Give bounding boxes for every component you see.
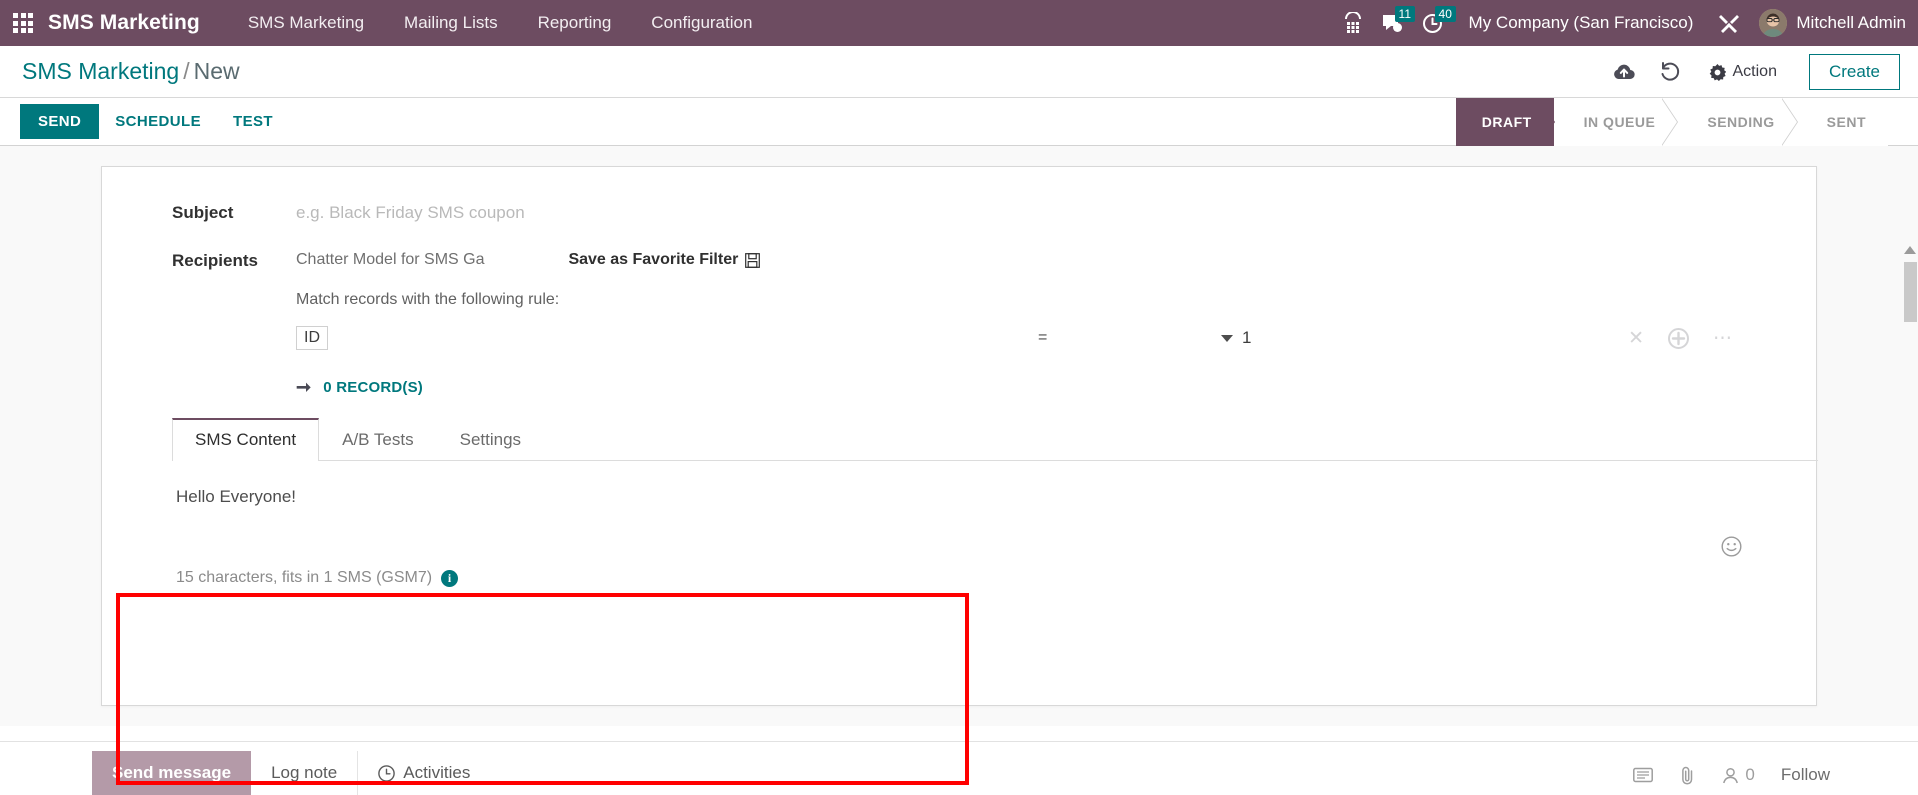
notebook: SMS Content A/B Tests Settings Hello Eve…: [172, 418, 1818, 597]
recipients-model-select[interactable]: Chatter Model for SMS Ga: [296, 251, 524, 269]
control-panel-actions: Action Create: [1603, 46, 1900, 98]
tab-ab-tests[interactable]: A/B Tests: [319, 418, 437, 461]
schedule-button[interactable]: SCHEDULE: [99, 104, 217, 139]
stage-sent[interactable]: SENT: [1796, 98, 1888, 146]
domain-field-input[interactable]: ID: [296, 326, 328, 351]
control-panel: SMS Marketing / New Action Create: [0, 46, 1918, 98]
activities-label: Activities: [403, 763, 471, 782]
chatter-bar: Send message Log note Activities 0 Follo…: [0, 741, 1918, 795]
domain-value-group: 1: [1221, 328, 1251, 348]
menu-item-configuration[interactable]: Configuration: [631, 0, 772, 46]
action-menu-label: Action: [1732, 63, 1777, 80]
log-note-button[interactable]: Log note: [251, 751, 357, 795]
create-button[interactable]: Create: [1808, 54, 1900, 90]
followers-count-label: 0: [1745, 765, 1755, 784]
subject-label: Subject: [172, 203, 234, 222]
menu-item-mailing-lists[interactable]: Mailing Lists: [384, 0, 518, 46]
save-as-favorite-filter-button[interactable]: Save as Favorite Filter: [568, 251, 761, 269]
menu-item-reporting[interactable]: Reporting: [518, 0, 632, 46]
company-switcher[interactable]: My Company (San Francisco): [1453, 13, 1710, 33]
close-x-icon[interactable]: ✕: [1628, 329, 1644, 348]
breadcrumb-root[interactable]: SMS Marketing: [22, 58, 179, 84]
breadcrumb-current: New: [193, 58, 240, 84]
subject-placeholder: e.g. Black Friday SMS coupon: [296, 203, 525, 222]
user-menu[interactable]: Mitchell Admin: [1749, 9, 1906, 37]
floppy-disk-icon: [745, 252, 761, 268]
apps-menu-toggle[interactable]: [0, 0, 46, 46]
status-pipeline: DRAFT IN QUEUE SENDING SENT: [1455, 98, 1888, 146]
chatter-right-tools: 0 Follow: [1633, 765, 1830, 785]
subject-field[interactable]: e.g. Black Friday SMS coupon: [296, 195, 1816, 223]
chevron-down-icon[interactable]: [1221, 334, 1233, 342]
paperclip-icon[interactable]: [1679, 766, 1696, 785]
avatar: [1759, 9, 1788, 37]
sms-body-input[interactable]: Hello Everyone!: [176, 487, 1812, 533]
form-sheet: Subject e.g. Black Friday SMS coupon Rec…: [101, 166, 1818, 706]
domain-rule-caption: Match records with the following rule:: [296, 291, 560, 309]
save-record-button[interactable]: [1603, 52, 1645, 92]
form-background: Subject e.g. Black Friday SMS coupon Rec…: [0, 146, 1918, 785]
send-button[interactable]: SEND: [20, 104, 100, 139]
action-menu-button[interactable]: Action: [1695, 57, 1791, 87]
ellipsis-icon[interactable]: ⋯: [1713, 329, 1732, 348]
recipients-label: Recipients: [172, 251, 258, 270]
stage-sending[interactable]: SENDING: [1677, 98, 1798, 146]
info-circle-icon[interactable]: i: [441, 569, 459, 587]
records-count-label: 0 RECORD(S): [323, 379, 424, 397]
voip-dialpad-button[interactable]: [1333, 0, 1373, 46]
app-brand-title[interactable]: SMS Marketing: [46, 11, 206, 35]
sms-character-counter: 15 characters, fits in 1 SMS (GSM7) i: [176, 569, 1812, 587]
notebook-tabs: SMS Content A/B Tests Settings: [172, 418, 1818, 462]
gear-icon: [1709, 63, 1726, 81]
records-count-link[interactable]: ➞ 0 RECORD(S): [296, 377, 1816, 398]
top-navbar: SMS Marketing SMS Marketing Mailing List…: [0, 0, 1918, 46]
stage-in-queue[interactable]: IN QUEUE: [1553, 98, 1679, 146]
menu-item-sms-marketing[interactable]: SMS Marketing: [228, 0, 384, 46]
tab-sms-content[interactable]: SMS Content: [172, 418, 320, 462]
stage-draft[interactable]: DRAFT: [1455, 98, 1555, 146]
subject-row: Subject e.g. Black Friday SMS coupon: [102, 195, 1816, 223]
send-message-button[interactable]: Send message: [92, 751, 252, 795]
undo-icon: [1661, 62, 1679, 81]
tools-icon: [1719, 15, 1740, 33]
activities-button-chatter[interactable]: Activities: [357, 751, 490, 795]
follow-button[interactable]: Follow: [1781, 765, 1830, 785]
arrow-right-icon: ➞: [296, 377, 312, 398]
user-icon: [1723, 767, 1739, 783]
navbar-systray: 11 40 My Company (San Francisco) Mitchel…: [1333, 0, 1918, 46]
followers-counter[interactable]: 0: [1722, 765, 1755, 785]
scroll-up-arrow[interactable]: [1904, 246, 1916, 254]
phone-dialpad-icon: [1344, 12, 1361, 33]
recipients-row: Recipients Chatter Model for SMS Ga Save…: [102, 243, 1816, 398]
circle-plus-icon[interactable]: [1668, 327, 1689, 349]
cloud-upload-icon: [1613, 64, 1635, 79]
domain-value-input[interactable]: 1: [1242, 328, 1251, 348]
activities-counter-badge: 40: [1434, 6, 1456, 22]
main-menu: SMS Marketing Mailing Lists Reporting Co…: [228, 0, 773, 46]
sms-character-counter-label: 15 characters, fits in 1 SMS (GSM7): [176, 569, 433, 587]
test-button[interactable]: TEST: [217, 104, 289, 139]
domain-operator-select[interactable]: =: [1038, 329, 1047, 347]
save-favorite-filter-label: Save as Favorite Filter: [568, 251, 739, 268]
developer-tools-button[interactable]: [1709, 0, 1749, 46]
user-name-label: Mitchell Admin: [1796, 13, 1906, 32]
messages-button[interactable]: 11: [1373, 0, 1416, 46]
note-icon[interactable]: [1633, 767, 1654, 783]
statusbar-row: SEND SCHEDULE TEST DRAFT IN QUEUE SENDIN…: [0, 98, 1918, 146]
apps-grid-icon: [13, 13, 33, 33]
activities-button[interactable]: 40: [1413, 0, 1456, 46]
vertical-scrollbar-thumb[interactable]: [1904, 262, 1917, 322]
recipients-content: Chatter Model for SMS Ga Save as Favorit…: [296, 243, 1816, 398]
breadcrumb-separator: /: [183, 58, 190, 84]
smiley-icon[interactable]: [1721, 536, 1742, 557]
sms-content-panel: Hello Everyone! 15 characters, fits in 1…: [172, 461, 1816, 597]
domain-rule-row: ID = 1 ✕ ⋯: [296, 321, 1816, 355]
breadcrumb: SMS Marketing / New: [22, 58, 240, 85]
domain-row-actions: ✕ ⋯: [1628, 327, 1732, 349]
clock-plus-icon: [378, 764, 396, 782]
tab-settings[interactable]: Settings: [437, 418, 544, 461]
discard-changes-button[interactable]: [1649, 52, 1691, 92]
